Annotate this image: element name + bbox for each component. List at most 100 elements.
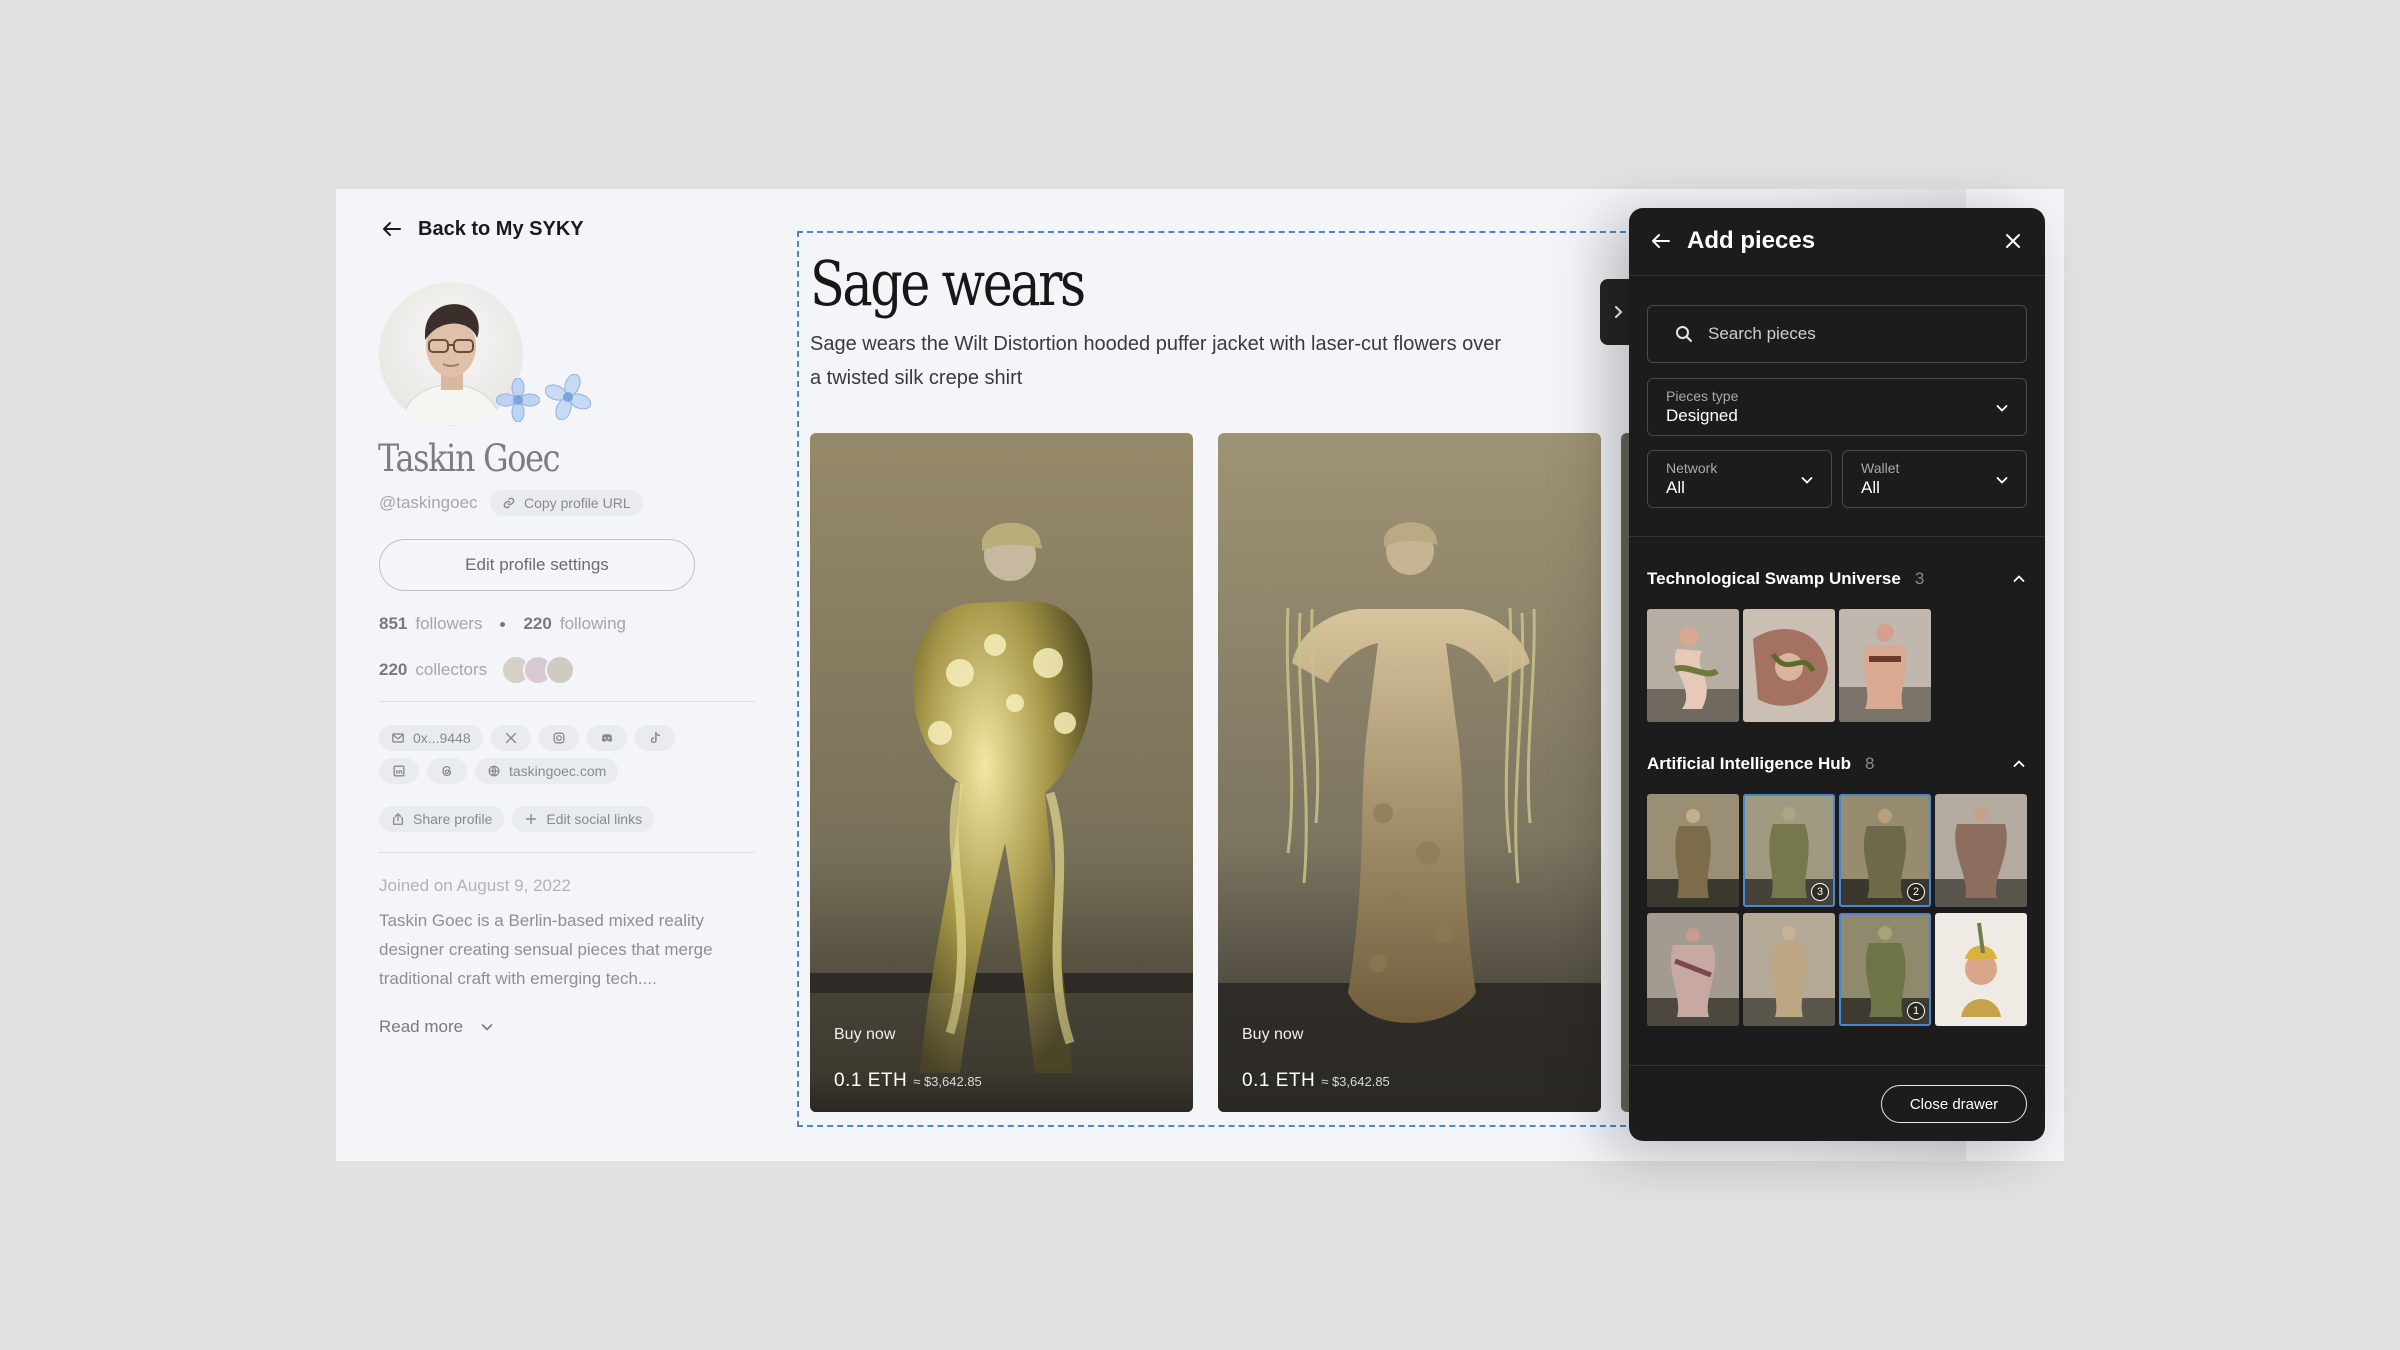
- group-count: 8: [1865, 754, 1875, 773]
- read-more-label: Read more: [379, 1017, 464, 1036]
- price: 0.1 ETH ≈ $3,642.85: [1242, 1070, 1390, 1092]
- share-profile-chip[interactable]: Share profile: [379, 806, 505, 832]
- close-drawer-button[interactable]: Close drawer: [1881, 1085, 2027, 1123]
- group-header-artificial-intelligence-hub[interactable]: Artificial Intelligence Hub 8: [1647, 754, 2027, 774]
- piece-thumbnail-selected[interactable]: 3: [1743, 794, 1835, 907]
- section-description[interactable]: Sage wears the Wilt Distortion hooded pu…: [810, 327, 1510, 395]
- linkedin-link-chip[interactable]: [379, 758, 419, 784]
- instagram-link-chip[interactable]: [538, 725, 579, 751]
- piece-thumbnail[interactable]: [1839, 609, 1931, 722]
- chevron-down-icon: [1801, 477, 1813, 484]
- price-eth: 0.1 ETH: [834, 1070, 908, 1091]
- piece-thumbnail-image: [1647, 609, 1739, 722]
- pieces-type-value: Designed: [1666, 406, 1738, 425]
- piece-thumbnail[interactable]: [1935, 794, 2027, 907]
- price: 0.1 ETH ≈ $3,642.85: [834, 1070, 982, 1092]
- arrow-left-icon[interactable]: [1649, 229, 1673, 253]
- piece-card[interactable]: Buy now 0.1 ETH ≈ $3,642.85: [810, 433, 1193, 1112]
- wallet-address: 0x...9448: [413, 730, 471, 746]
- arrow-left-icon: [383, 222, 401, 236]
- copy-profile-url-chip[interactable]: Copy profile URL: [490, 490, 643, 516]
- section-title[interactable]: Sage wears: [810, 247, 1086, 320]
- drawer-header: Add pieces: [1629, 208, 2045, 276]
- profile-name: Taskin Goec: [378, 437, 560, 480]
- collector-avatars: [501, 655, 576, 685]
- share-icon: [392, 812, 404, 825]
- instagram-icon: [553, 732, 565, 744]
- piece-thumbnail-image: [1839, 609, 1931, 722]
- search-placeholder: Search pieces: [1708, 324, 1816, 343]
- blue-flower-badge-icon: [545, 374, 591, 420]
- buy-now-label: Buy now: [834, 1026, 896, 1043]
- chevron-up-icon: [2013, 575, 2025, 582]
- followers-label[interactable]: followers: [415, 614, 482, 634]
- search-icon: [1676, 326, 1692, 342]
- add-pieces-drawer: Add pieces Search pieces Pieces type Des…: [1629, 208, 2045, 1141]
- selection-order-badge: 1: [1907, 1002, 1925, 1020]
- piece-card[interactable]: Buy now 0.1 ETH ≈ $3,642.85: [1218, 433, 1601, 1112]
- piece-thumbnail[interactable]: [1743, 913, 1835, 1026]
- drawer-title: Add pieces: [1687, 227, 1816, 254]
- followers-count: 851: [379, 614, 408, 633]
- group-name: Artificial Intelligence Hub: [1647, 754, 1852, 773]
- edit-profile-settings-button[interactable]: Edit profile settings: [379, 539, 695, 591]
- following-count: 220: [523, 614, 552, 633]
- chevron-down-icon: [1996, 405, 2008, 412]
- pieces-type-select[interactable]: Pieces type Designed: [1647, 378, 2027, 436]
- network-select[interactable]: Network All: [1647, 450, 1832, 508]
- chevron-right-icon: [1615, 306, 1623, 318]
- profile-actions-row: Share profile Edit social links: [379, 806, 655, 832]
- network-label: Network: [1666, 460, 1718, 476]
- piece-thumbnail[interactable]: [1935, 913, 2027, 1026]
- selection-order-badge: 3: [1811, 883, 1829, 901]
- threads-icon: [442, 765, 452, 777]
- wallet-select[interactable]: Wallet All: [1842, 450, 2027, 508]
- threads-link-chip[interactable]: [427, 758, 467, 784]
- divider: [1629, 1065, 2045, 1066]
- plus-icon: [526, 813, 537, 825]
- divider: [379, 701, 755, 702]
- piece-thumbnail-selected[interactable]: 1: [1839, 913, 1931, 1026]
- chevron-down-icon: [481, 1024, 493, 1031]
- collectors-count: 220: [379, 660, 408, 679]
- piece-thumbnail[interactable]: [1647, 794, 1739, 907]
- back-link-label: Back to My SYKY: [418, 217, 584, 240]
- globe-icon: [488, 765, 500, 777]
- search-pieces-input[interactable]: Search pieces: [1647, 305, 2027, 363]
- read-more-toggle[interactable]: Read more: [379, 1017, 495, 1037]
- social-links-row: 0x...9448: [379, 725, 675, 751]
- edit-social-links-label: Edit social links: [546, 811, 643, 827]
- social-links-row-2: taskingoec.com: [379, 758, 619, 784]
- piece-thumbnail[interactable]: [1647, 913, 1739, 1026]
- buy-now-label: Buy now: [1242, 1026, 1304, 1043]
- website-chip[interactable]: taskingoec.com: [475, 758, 619, 784]
- piece-thumbnail-selected[interactable]: 2: [1839, 794, 1931, 907]
- piece-image: [1218, 433, 1601, 1112]
- piece-thumbnail[interactable]: [1647, 609, 1739, 722]
- wallet-value: All: [1861, 478, 1880, 497]
- profile-bio: Taskin Goec is a Berlin-based mixed real…: [379, 911, 713, 988]
- wallet-label: Wallet: [1861, 460, 1900, 476]
- collectors-stat[interactable]: 220 collectors: [379, 655, 576, 685]
- share-profile-label: Share profile: [413, 811, 493, 827]
- x-link-chip[interactable]: [490, 725, 531, 751]
- discord-link-chip[interactable]: [586, 725, 627, 751]
- group-header-technological-swamp-universe[interactable]: Technological Swamp Universe 3: [1647, 569, 2027, 589]
- close-icon[interactable]: [2001, 229, 2025, 253]
- linkedin-icon: [393, 765, 405, 777]
- price-usd: ≈ $3,642.85: [913, 1074, 982, 1089]
- wallet-chip[interactable]: 0x...9448: [379, 725, 483, 751]
- price-eth: 0.1 ETH: [1242, 1070, 1316, 1091]
- following-label[interactable]: following: [560, 614, 626, 634]
- joined-date: Joined on August 9, 2022: [379, 876, 571, 895]
- piece-thumbnail-image: [1647, 794, 1739, 907]
- collectors-label: collectors: [415, 660, 488, 679]
- piece-image: [810, 433, 1193, 1112]
- tiktok-link-chip[interactable]: [634, 725, 675, 751]
- follow-stats: 851 followers 220 following: [379, 614, 626, 634]
- blue-flower-badge-icon: [496, 378, 540, 422]
- back-to-my-syky-link[interactable]: Back to My SYKY: [380, 217, 584, 241]
- piece-thumbnail[interactable]: [1743, 609, 1835, 722]
- divider: [379, 852, 755, 853]
- edit-social-links-chip[interactable]: Edit social links: [512, 806, 655, 832]
